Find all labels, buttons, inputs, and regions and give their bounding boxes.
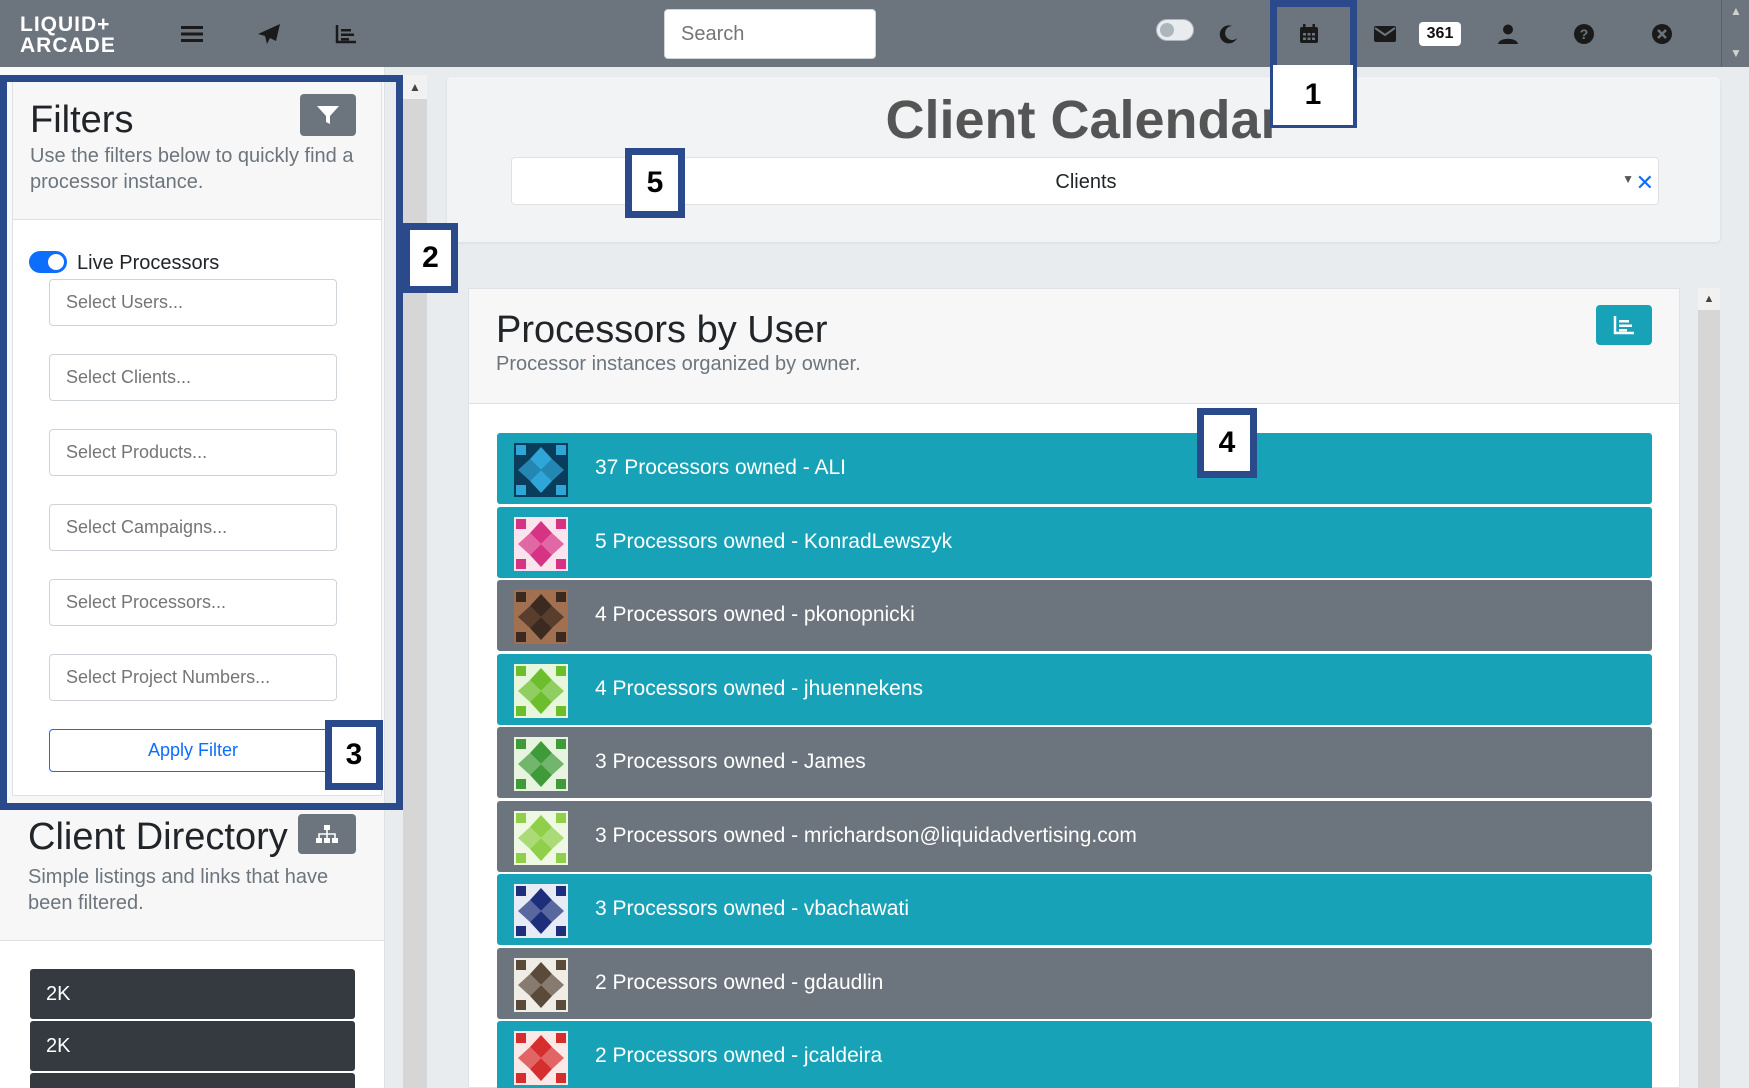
envelope-icon[interactable]: [1369, 18, 1401, 50]
filters-description: Use the filters below to quickly find a …: [30, 145, 354, 193]
scroll-up-arrow-icon[interactable]: ▲: [1730, 4, 1742, 18]
processors-description: Processor instances organized by owner.: [496, 353, 861, 375]
processors-by-user-card: Processors by User Processor instances o…: [468, 288, 1680, 1088]
processor-owner-label: 3 Processors owned - vbachawati: [595, 897, 909, 920]
theme-toggle-switch[interactable]: [1156, 19, 1194, 41]
processor-owner-label: 3 Processors owned - James: [595, 750, 866, 773]
client-directory-description: Simple listings and links that have been…: [28, 866, 329, 914]
processor-owner-row[interactable]: 4 Processors owned - jhuennekens: [497, 653, 1652, 725]
annotation-label-1: 1: [1273, 65, 1353, 125]
scroll-up-arrow-icon[interactable]: ▲: [1698, 288, 1720, 310]
processor-owner-label: 4 Processors owned - pkonopnicki: [595, 603, 915, 626]
annotation-label-5: 5: [625, 148, 685, 218]
close-icon[interactable]: [1646, 18, 1678, 50]
processor-owner-label: 2 Processors owned - jcaldeira: [595, 1044, 883, 1067]
select-products-input[interactable]: [49, 429, 337, 476]
processor-owner-row[interactable]: 2 Processors owned - jcaldeira: [497, 1021, 1652, 1088]
paper-plane-icon[interactable]: [253, 18, 285, 50]
directory-sitemap-button[interactable]: [298, 814, 356, 854]
directory-list-item[interactable]: [30, 1073, 355, 1088]
client-directory-header: Client Directory Simple listings and lin…: [0, 796, 384, 941]
select-users-input[interactable]: [49, 279, 337, 326]
processor-owner-row[interactable]: 3 Processors owned - James: [497, 727, 1652, 798]
user-avatar: [514, 957, 568, 1012]
chevron-down-icon[interactable]: ▼: [1622, 172, 1634, 186]
processor-owner-label: 37 Processors owned - ALI: [595, 456, 846, 479]
processor-owner-label: 3 Processors owned - mrichardson@liquida…: [595, 823, 1137, 847]
processor-owner-label: 4 Processors owned - jhuennekens: [595, 676, 924, 700]
processor-owner-row[interactable]: 3 Processors owned - mrichardson@liquida…: [497, 800, 1652, 872]
filters-card: Filters Use the filters below to quickly…: [12, 80, 382, 796]
main-scrollbar[interactable]: ▲: [1698, 288, 1720, 1088]
brand-logo[interactable]: LIQUID+ ARCADE: [20, 14, 136, 56]
user-avatar: [514, 443, 568, 497]
user-avatar: [514, 737, 568, 791]
menu-icon[interactable]: [176, 18, 208, 50]
directory-list-item[interactable]: 2K: [30, 969, 355, 1019]
live-processors-label: Live Processors: [77, 252, 220, 274]
chart-icon: [1613, 316, 1634, 335]
live-processors-toggle[interactable]: [29, 251, 67, 273]
annotation-label-3: 3: [325, 720, 383, 790]
user-avatar: [514, 884, 568, 938]
sitemap-icon: [316, 825, 338, 843]
processors-chart-button[interactable]: [1596, 305, 1652, 345]
processor-owner-row[interactable]: 4 Processors owned - pkonopnicki: [497, 580, 1652, 651]
scroll-up-arrow-icon[interactable]: ▲: [403, 75, 427, 99]
search-input[interactable]: [664, 9, 876, 59]
left-sidebar: Filters Use the filters below to quickly…: [0, 67, 385, 1088]
user-avatar: [514, 663, 568, 718]
select-processors-input[interactable]: [49, 579, 337, 626]
annotation-label-2: 2: [403, 223, 458, 293]
processor-owner-label: 2 Processors owned - gdaudlin: [595, 970, 884, 994]
select-clients-input[interactable]: [49, 354, 337, 401]
calendar-icon[interactable]: [1293, 18, 1325, 50]
client-directory-title: Client Directory: [28, 816, 288, 858]
processor-owner-row[interactable]: 37 Processors owned - ALI: [497, 433, 1652, 504]
select-campaigns-input[interactable]: [49, 504, 337, 551]
help-icon[interactable]: ?: [1568, 18, 1600, 50]
notification-count-badge[interactable]: 361: [1419, 22, 1461, 46]
processors-title: Processors by User: [496, 309, 828, 351]
user-icon[interactable]: [1492, 18, 1524, 50]
user-avatar: [514, 810, 568, 865]
user-avatar: [514, 590, 568, 644]
clear-selection-icon[interactable]: ✕: [1636, 170, 1654, 196]
svg-text:?: ?: [1580, 26, 1589, 42]
processor-owner-row[interactable]: 2 Processors owned - gdaudlin: [497, 947, 1652, 1019]
top-navbar: LIQUID+ ARCADE 361 ?: [0, 0, 1721, 67]
moon-icon[interactable]: [1213, 18, 1245, 50]
processor-owner-label: 5 Processors owned - KonradLewszyk: [595, 529, 953, 553]
user-avatar: [514, 516, 568, 571]
select-project-numbers-input[interactable]: [49, 654, 337, 701]
annotation-label-4: 4: [1197, 408, 1257, 478]
apply-filter-button[interactable]: Apply Filter: [49, 729, 337, 772]
logo-line-1: LIQUID+: [20, 13, 111, 36]
directory-list-item[interactable]: 2K: [30, 1021, 355, 1071]
filters-title: Filters: [30, 99, 134, 141]
funnel-icon: [317, 106, 339, 124]
processor-owner-row[interactable]: 5 Processors owned - KonradLewszyk: [497, 506, 1652, 578]
user-avatar: [514, 1031, 568, 1085]
processor-owner-row[interactable]: 3 Processors owned - vbachawati: [497, 874, 1652, 945]
client-directory-card: Client Directory Simple listings and lin…: [0, 796, 384, 1088]
chart-icon[interactable]: [330, 18, 362, 50]
processors-header: Processors by User Processor instances o…: [469, 289, 1679, 404]
filters-header: Filters Use the filters below to quickly…: [13, 81, 381, 220]
window-scrollbar[interactable]: ▲ ▼: [1721, 0, 1749, 67]
scroll-down-arrow-icon[interactable]: ▼: [1730, 46, 1742, 60]
filter-toggle-button[interactable]: [300, 94, 356, 136]
logo-line-2: ARCADE: [20, 34, 116, 57]
client-calendar-title: Client Calendar: [885, 90, 1282, 150]
